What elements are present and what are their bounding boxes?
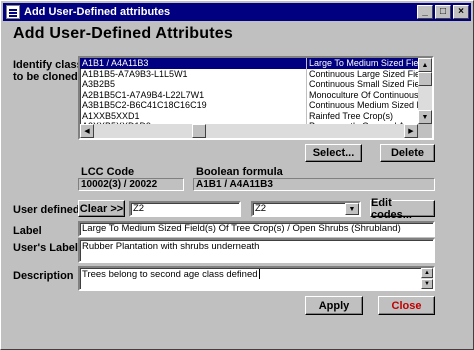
clear-button-label: Clear >> [79,202,124,215]
clear-button[interactable]: Clear >> [78,200,125,217]
dialog-window: Add User-Defined attributes _ □ × Add Us… [0,0,474,350]
scroll-down-icon[interactable]: ▼ [421,279,433,289]
apply-button-label: Apply [318,299,350,312]
select-button-label: Select... [312,147,355,159]
delete-button-label: Delete [390,147,425,159]
list-vertical-scrollbar[interactable]: ▲ ▼ [418,58,432,124]
list-item-code: A1B1 / A4A11B3 [82,58,149,68]
list-item-description: Continuous Small Sized Field(s) O [306,79,418,90]
title-bar: Add User-Defined attributes _ □ × [3,3,471,21]
description-scrollbar[interactable]: ▲ ▼ [421,268,433,289]
description-text-wrap: Trees belong to second age class defined [82,269,419,281]
list-item-description: Monoculture Of Continuous Medi [306,89,418,100]
horizontal-scroll-thumb[interactable] [192,124,206,138]
list-item[interactable]: A3B2B5 Continuous Small Sized Field(s) O [80,79,418,90]
list-item-description: Continuous Medium Sized Field(s [306,100,418,111]
user-defined-label: User defined [13,204,80,216]
vertical-scroll-thumb[interactable] [418,72,432,86]
close-window-button[interactable]: × [453,5,469,19]
lcc-code-label: LCC Code [81,166,135,178]
list-item-code: A3B1B5C2-B6C41C18C16C19 [82,100,207,110]
text-cursor [258,269,260,280]
scroll-up-icon[interactable]: ▲ [418,58,432,72]
list-item-code: A3B2B5 [82,79,116,89]
list-item-description: Continuous Large Sized Field(s) O [306,68,418,79]
lcc-code-value: 10002(3) / 20022 [78,178,184,191]
description-text: Trees belong to second age class defined [82,269,258,280]
scroll-up-icon[interactable]: ▲ [421,268,433,278]
class-listbox[interactable]: A1B1 / A4A11B3 Large To Medium Sized Fiel… [78,56,434,140]
description-label: Description [13,270,74,282]
minimize-button[interactable]: _ [417,5,433,19]
list-item-description: Rainfed Tree Crop(s) [306,110,418,121]
edit-codes-button-label: Edit codes... [371,196,412,221]
select-button[interactable]: Select... [305,144,362,162]
scroll-right-icon[interactable]: ▶ [404,124,418,138]
delete-button[interactable]: Delete [380,144,435,162]
boolean-formula-label: Boolean formula [196,166,283,178]
description-input[interactable]: Trees belong to second age class defined… [78,266,435,291]
users-label-input[interactable]: Rubber Plantation with shrubs underneath [78,238,435,263]
list-item[interactable]: A1XXB5XXD1 Rainfed Tree Crop(s) [80,110,418,121]
users-label-text: Rubber Plantation with shrubs underneath [82,241,260,252]
label-input[interactable]: Large To Medium Sized Field(s) Of Tree C… [78,221,435,237]
boolean-formula-value: A1B1 / A4A11B3 [193,178,435,191]
scrollbar-corner [418,124,432,138]
list-item-code: A2B1B5C1-A7A9B4-L22L7W1 [82,89,205,100]
user-defined-code-input[interactable]: Z2 [129,201,241,217]
list-item[interactable]: A3B1B5C2-B6C41C18C16C19 Continuous Medium… [80,100,418,111]
users-label-label: User's Label [13,242,78,254]
page-title: Add User-Defined Attributes [13,25,233,42]
identify-class-label-line1: Identify class [13,59,83,71]
maximize-button[interactable]: □ [435,5,451,19]
edit-codes-button[interactable]: Edit codes... [370,197,435,221]
list-item-description: Large To Medium Sized Field(s) O [306,58,418,69]
list-horizontal-scrollbar[interactable]: ◀ ▶ [80,124,418,138]
user-defined-code-select[interactable]: Z2 ▼ [251,201,361,217]
identify-class-label-line2: to be cloned [13,71,78,83]
scroll-left-icon[interactable]: ◀ [80,124,94,138]
list-item[interactable]: A1B1B5-A7A9B3-L1L5W1 Continuous Large Siz… [80,68,418,79]
class-list-rows: A1B1 / A4A11B3 Large To Medium Sized Fiel… [80,58,418,132]
scroll-down-icon[interactable]: ▼ [418,110,432,124]
user-defined-code-select-value: Z2 [255,203,267,214]
list-item-code: A1B1B5-A7A9B3-L1L5W1 [82,68,188,79]
window-title: Add User-Defined attributes [24,6,171,18]
form-icon [6,5,20,19]
list-item[interactable]: A1B1 / A4A11B3 Large To Medium Sized Fiel… [80,58,418,69]
identify-class-label: Identify class to be cloned [13,59,83,83]
chevron-down-icon[interactable]: ▼ [345,203,359,215]
list-item[interactable]: A2B1B5C1-A7A9B4-L22L7W1 Monoculture Of Co… [80,89,418,100]
close-button[interactable]: Close [378,296,435,315]
label-field-label: Label [13,225,42,237]
list-item-code: A1XXB5XXD1 [82,110,140,121]
apply-button[interactable]: Apply [305,296,363,315]
close-button-label: Close [391,299,422,312]
